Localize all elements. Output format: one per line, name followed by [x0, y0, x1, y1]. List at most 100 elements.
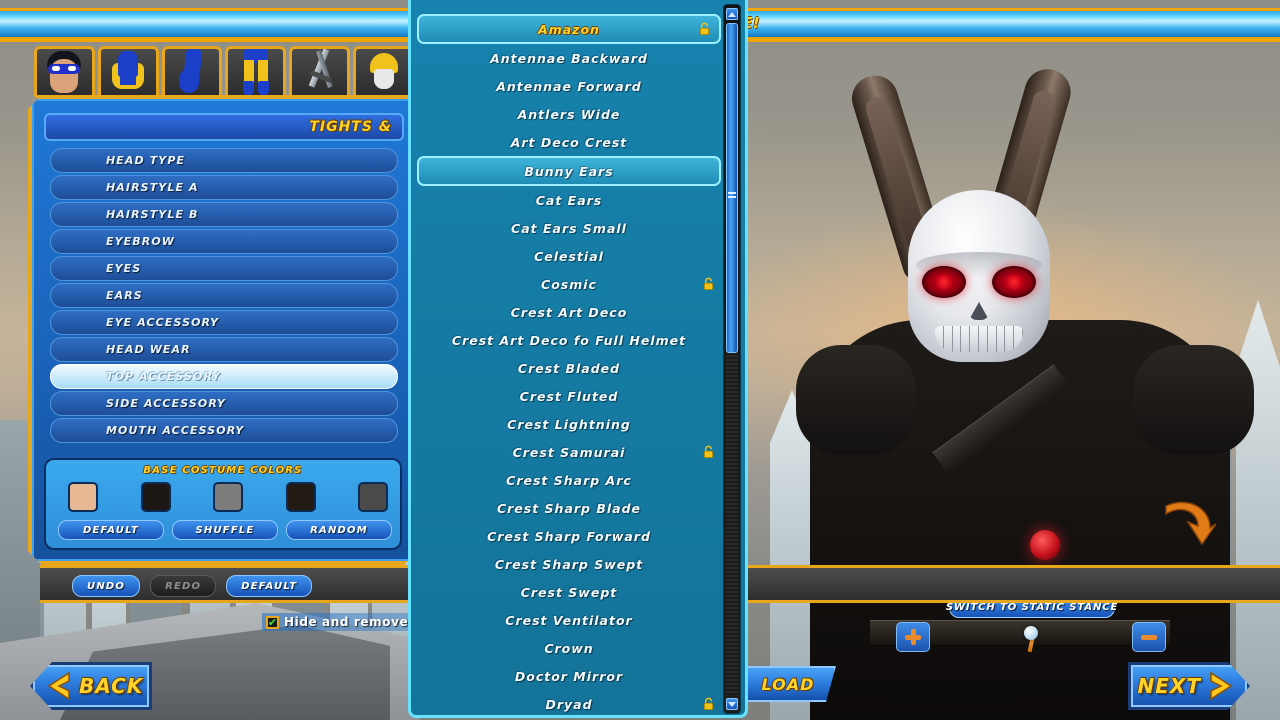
dropdown-item-antennae-backward[interactable]: Antennae Backward [411, 44, 727, 72]
dropdown-item-cat-ears-small[interactable]: Cat Ears Small [411, 214, 727, 242]
base-costume-colors-box: BASE COSTUME COLORS DEFAULT SHUFFLE RAND… [44, 458, 402, 550]
plus-icon [905, 629, 921, 645]
hide-remove-checkbox[interactable]: ✔ [266, 615, 279, 629]
dropdown-item-crest-fluted[interactable]: Crest Fluted [411, 382, 727, 410]
sidebar-item-hairstyle-b[interactable]: HAIRSTYLE B [50, 202, 398, 227]
chevron-left-icon [47, 671, 70, 701]
color-swatch[interactable] [358, 482, 388, 512]
category-list[interactable]: HEAD TYPE HAIRSTYLE A HAIRSTYLE B EYEBRO… [50, 148, 398, 448]
dropdown-item-label: Crest Ventilator [505, 612, 633, 628]
dropdown-item-label: Bunny Ears [524, 163, 614, 179]
color-swatch[interactable] [140, 482, 171, 512]
sidebar-item-top-accessory[interactable]: TOP ACCESSORY [50, 364, 398, 389]
accessory-slot[interactable] [353, 46, 414, 98]
dropdown-item-label: Cat Ears [535, 192, 603, 208]
colors-default-button[interactable]: DEFAULT [58, 520, 164, 540]
dropdown-item-label: Crest Sharp Arc [506, 472, 632, 488]
dropdown-item-cosmic[interactable]: Cosmic [411, 270, 727, 298]
dropdown-item-amazon[interactable]: Amazon [417, 14, 721, 44]
next-button[interactable]: NEXT [1128, 662, 1250, 710]
zoom-in-button[interactable] [896, 622, 930, 652]
top-accessory-dropdown[interactable]: Amazon Antennae Backward Antennae Forwar… [408, 0, 748, 718]
head-slot[interactable] [34, 46, 95, 98]
undo-button[interactable]: UNDO [72, 575, 141, 597]
color-swatch[interactable] [285, 482, 316, 512]
sidebar-item-mouth-accessory[interactable]: MOUTH ACCESSORY [50, 418, 398, 443]
sidebar-item-ears[interactable]: EARS [50, 283, 398, 308]
sidebar-item-head-type[interactable]: HEAD TYPE [50, 148, 398, 173]
dropdown-item-dryad[interactable]: Dryad [411, 690, 727, 715]
reset-default-button[interactable]: DEFAULT [226, 575, 313, 597]
dropdown-item-celestial[interactable]: Celestial [411, 242, 727, 270]
torso-slot[interactable] [97, 46, 159, 98]
dropdown-item-label: Amazon [538, 21, 600, 37]
dropdown-item-label: Antennae Backward [490, 50, 648, 66]
sidebar-item-hairstyle-a[interactable]: HAIRSTYLE A [50, 175, 398, 200]
dropdown-item-label: Crown [544, 640, 594, 656]
category-icon-strip[interactable] [34, 46, 414, 98]
back-button[interactable]: BACK [30, 662, 152, 710]
sidebar-item-eyes[interactable]: EYES [50, 256, 398, 281]
arms-slot[interactable] [161, 46, 223, 98]
dropdown-item-crest-sharp-arc[interactable]: Crest Sharp Arc [411, 466, 727, 494]
base-costume-colors-title: BASE COSTUME COLORS [143, 465, 303, 476]
dropdown-item-crest-art-deco[interactable]: Crest Art Deco [411, 298, 727, 326]
sidebar-item-eyebrow[interactable]: EYEBROW [50, 229, 398, 254]
dropdown-item-crest-sharp-blade[interactable]: Crest Sharp Blade [411, 494, 727, 522]
color-swatch[interactable] [213, 482, 243, 512]
dropdown-item-crest-ventilator[interactable]: Crest Ventilator [411, 606, 727, 634]
lock-icon [699, 22, 710, 35]
weapon-icon [300, 49, 340, 92]
dropdown-item-doctor-mirror[interactable]: Doctor Mirror [411, 662, 727, 690]
next-button-label: NEXT [1137, 674, 1201, 698]
dropdown-scrollbar[interactable] [723, 4, 741, 714]
redo-button[interactable]: REDO [150, 575, 217, 597]
dropdown-item-crest-art-deco-fo-full-helmet[interactable]: Crest Art Deco fo Full Helmet [411, 326, 727, 354]
dropdown-item-antlers-wide[interactable]: Antlers Wide [411, 100, 727, 128]
dropdown-item-list[interactable]: Amazon Antennae Backward Antennae Forwar… [411, 0, 727, 715]
dropdown-item-label: Crest Art Deco [510, 304, 628, 320]
dropdown-item-cat-ears[interactable]: Cat Ears [411, 186, 727, 214]
dropdown-item-antennae-forward[interactable]: Antennae Forward [411, 72, 727, 100]
dropdown-item-crest-lightning[interactable]: Crest Lightning [411, 410, 727, 438]
dropdown-item-label: Crest Sharp Swept [494, 556, 644, 572]
sidebar-item-side-accessory[interactable]: SIDE ACCESSORY [50, 391, 398, 416]
dropdown-item-crest-samurai[interactable]: Crest Samurai [411, 438, 727, 466]
chevron-right-icon [1207, 671, 1233, 701]
dropdown-item-crest-sharp-forward[interactable]: Crest Sharp Forward [411, 522, 727, 550]
head-icon [45, 51, 83, 95]
load-button[interactable]: LOAD [740, 666, 836, 702]
weapon-slot[interactable] [289, 46, 351, 98]
legs-slot[interactable] [225, 46, 287, 98]
dropdown-item-label: Crest Bladed [517, 360, 621, 376]
dropdown-item-label: Doctor Mirror [514, 668, 624, 684]
colors-random-button[interactable]: RANDOM [286, 520, 392, 540]
character-preview[interactable] [790, 60, 1260, 720]
dropdown-item-label: Crest Art Deco fo Full Helmet [451, 332, 687, 348]
dropdown-item-crest-sharp-swept[interactable]: Crest Sharp Swept [411, 550, 727, 578]
dropdown-item-bunny-ears[interactable]: Bunny Ears [417, 156, 721, 186]
scroll-up-arrow-icon[interactable] [726, 8, 738, 20]
scrollbar-thumb[interactable] [726, 23, 738, 353]
dropdown-item-label: Cat Ears Small [511, 220, 627, 236]
scroll-down-arrow-icon[interactable] [726, 698, 738, 710]
zoom-out-button[interactable] [1132, 622, 1166, 652]
dropdown-item-label: Crest Lightning [507, 416, 631, 432]
dropdown-item-art-deco-crest[interactable]: Art Deco Crest [411, 128, 727, 156]
sidebar-item-eye-accessory[interactable]: EYE ACCESSORY [50, 310, 398, 335]
color-swatch[interactable] [68, 482, 98, 512]
colors-shuffle-button[interactable]: SHUFFLE [172, 520, 278, 540]
dropdown-item-crest-swept[interactable]: Crest Swept [411, 578, 727, 606]
color-swatch-row[interactable] [68, 482, 388, 512]
character-skull-head [908, 190, 1050, 362]
dropdown-item-label: Crest Sharp Blade [496, 500, 642, 516]
skull-nose [969, 302, 989, 320]
skull-teeth [935, 326, 1023, 352]
rotate-right-arrow-icon[interactable] [1158, 494, 1218, 546]
color-action-buttons[interactable]: DEFAULT SHUFFLE RANDOM [58, 520, 392, 540]
zoom-slider-knob[interactable] [1024, 626, 1038, 640]
dropdown-item-crest-bladed[interactable]: Crest Bladed [411, 354, 727, 382]
dropdown-item-crown[interactable]: Crown [411, 634, 727, 662]
sidebar-item-head-wear[interactable]: HEAD WEAR [50, 337, 398, 362]
scrollbar-grip [728, 192, 736, 200]
